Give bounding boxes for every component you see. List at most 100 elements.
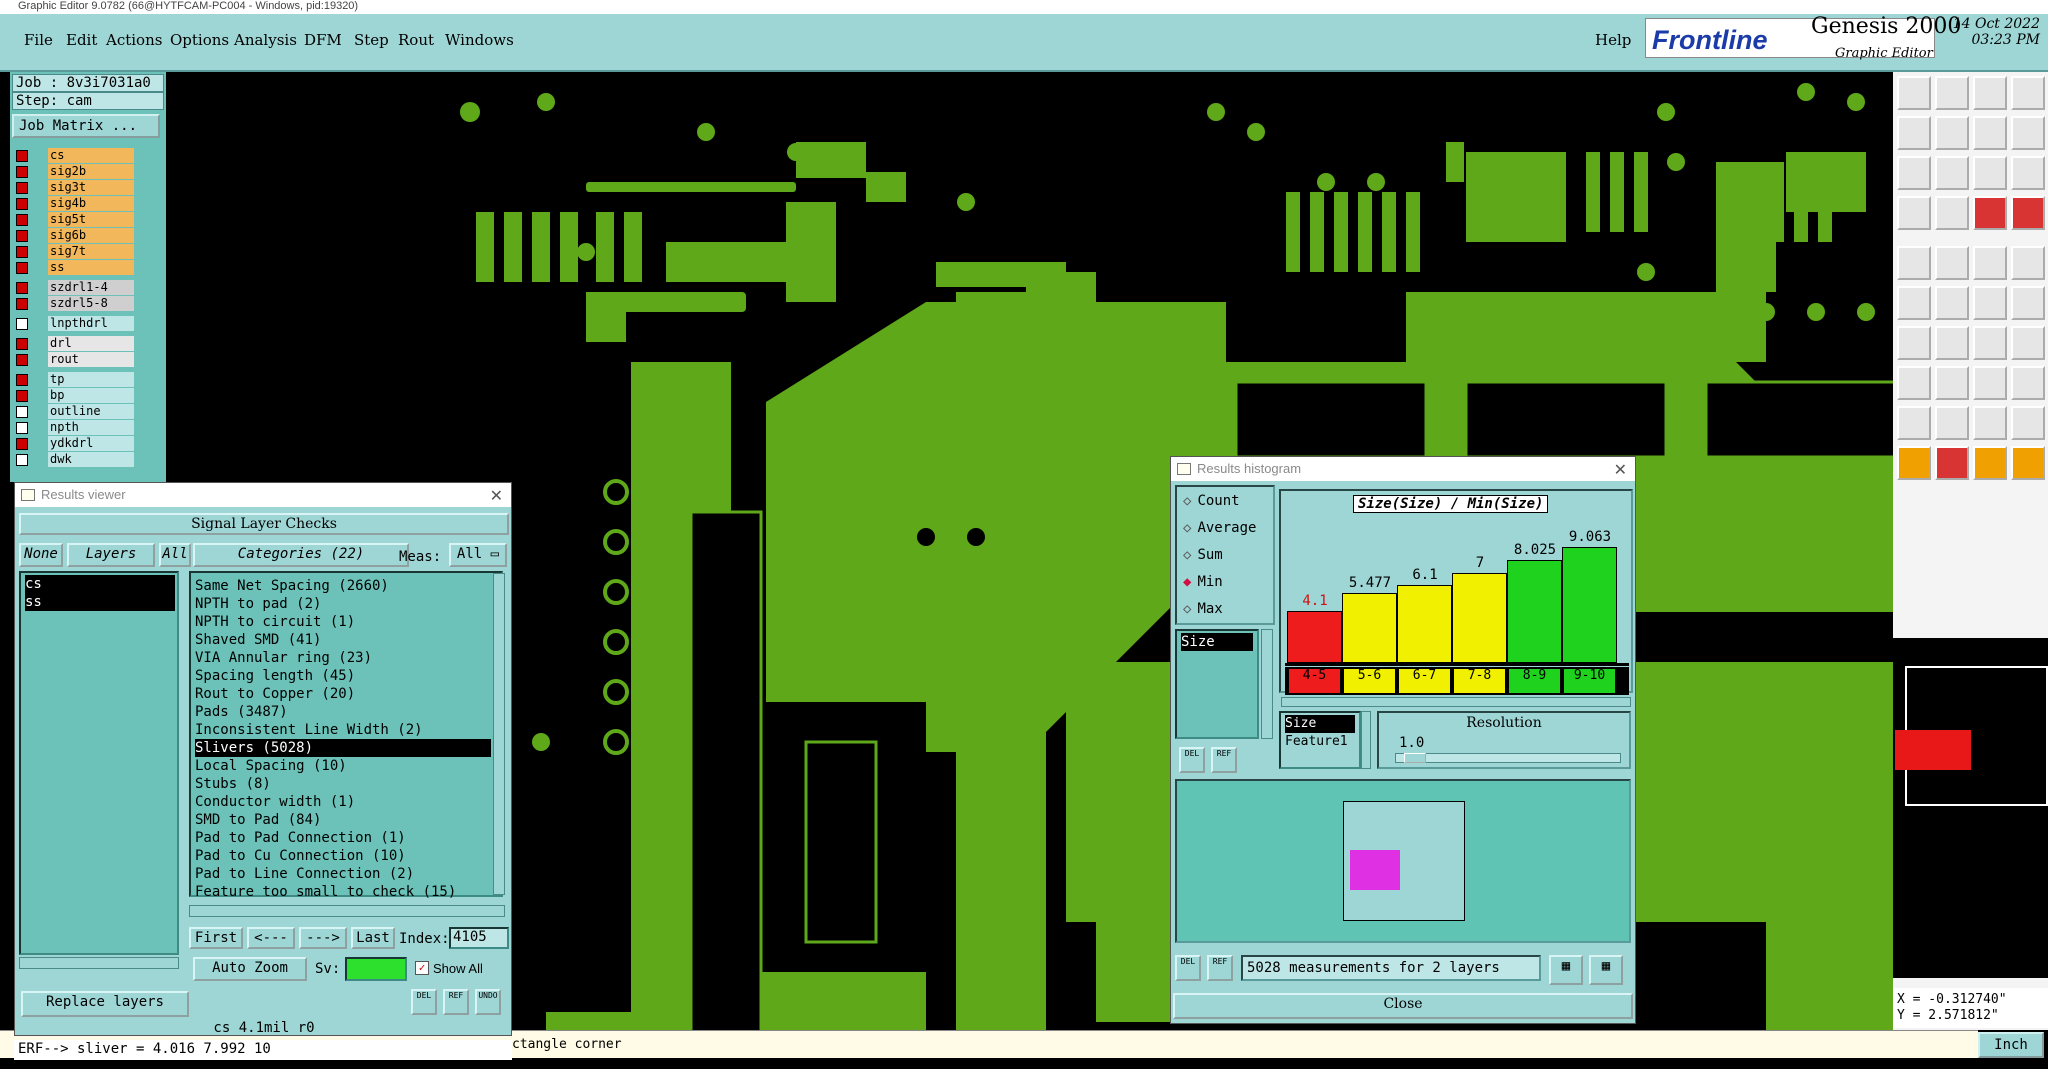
mode-radio[interactable]: ◇ Count [1183,493,1240,509]
category-hscrollbar[interactable] [189,905,505,917]
layer-checkbox[interactable] [16,318,28,330]
delete-icon[interactable]: DEL [1175,955,1201,981]
layer-name[interactable]: szdrl5-8 [48,296,134,311]
layer-name[interactable]: bp [48,388,134,403]
list-item[interactable]: Feature1 [1285,733,1355,751]
measure-list[interactable]: Size [1175,629,1259,739]
mode-radio[interactable]: ◆ Min [1183,574,1223,590]
menu-actions[interactable]: Actions [106,31,162,49]
category-item[interactable]: Pad to Cu Connection (10) [195,847,491,865]
list-item[interactable]: Size [1285,715,1355,733]
category-item[interactable]: NPTH to pad (2) [195,595,491,613]
layer-name[interactable]: sig2b [48,164,134,179]
copy-icon[interactable] [1973,406,2007,440]
zoom-icon[interactable] [2011,406,2045,440]
layer-checkbox[interactable] [16,150,28,162]
close-icon[interactable]: ✕ [1614,459,1627,483]
layer-checkbox[interactable] [16,374,28,386]
select-icon[interactable] [1897,246,1931,280]
copy-icon[interactable] [1973,156,2007,190]
layer-row[interactable]: tp [14,372,142,387]
layer-name[interactable]: sig3t [48,180,134,195]
select-icon[interactable] [1897,196,1931,230]
units-button[interactable]: Inch [1978,1032,2044,1058]
layer-name[interactable]: outline [48,404,134,419]
zoom-icon[interactable] [2011,116,2045,150]
menu-dfm[interactable]: DFM [304,31,342,49]
copy-icon[interactable] [1973,246,2007,280]
select-icon[interactable] [1897,366,1931,400]
layer-name[interactable]: szdrl1-4 [48,280,134,295]
move-icon[interactable] [1935,406,1969,440]
menu-file[interactable]: File [24,31,53,49]
layer-name[interactable]: sig4b [48,196,134,211]
severity-dropdown[interactable] [345,957,407,981]
layer-name[interactable]: ss [48,260,134,275]
select-icon[interactable] [1897,116,1931,150]
layer-row[interactable]: sig5t [14,212,142,227]
replace-layers-button[interactable]: Replace layers [21,991,189,1017]
layer-row[interactable]: szdrl5-8 [14,296,142,311]
select-icon[interactable] [1897,286,1931,320]
move-icon[interactable] [1935,366,1969,400]
histogram-bar[interactable] [1397,585,1452,663]
resolution-slider[interactable] [1395,753,1621,763]
measure-scrollbar[interactable] [1261,629,1273,739]
category-item[interactable]: Pad to Pad Connection (1) [195,829,491,847]
delete-icon[interactable]: DEL [411,989,437,1015]
layer-row[interactable]: sig3t [14,180,142,195]
copy-icon[interactable] [1973,366,2007,400]
copy-icon[interactable] [1973,326,2007,360]
layer-row[interactable]: npth [14,420,142,435]
category-item[interactable]: SMD to Pad (84) [195,811,491,829]
layer-row[interactable]: ss [14,260,142,275]
copy-icon[interactable] [1973,196,2007,230]
zoom-icon[interactable] [2011,156,2045,190]
select-icon[interactable] [1897,156,1931,190]
layer-row[interactable]: outline [14,404,142,419]
last-button[interactable]: Last [351,927,395,949]
layer-checkbox[interactable] [16,438,28,450]
layer-row[interactable]: sig7t [14,244,142,259]
move-icon[interactable] [1935,246,1969,280]
histogram-bar[interactable] [1287,611,1342,663]
category-item[interactable]: Slivers (5028) [195,739,491,757]
category-item[interactable]: NPTH to circuit (1) [195,613,491,631]
layer-row[interactable]: bp [14,388,142,403]
zoom-icon[interactable] [2011,76,2045,110]
layer-checkbox[interactable] [16,214,28,226]
layer-name[interactable]: sig6b [48,228,134,243]
mode-radio[interactable]: ◇ Sum [1183,547,1223,563]
menu-step[interactable]: Step [354,31,389,49]
slider-handle[interactable] [1404,753,1426,763]
move-icon[interactable] [1935,286,1969,320]
move-icon[interactable] [1935,326,1969,360]
layer-checkbox[interactable] [16,230,28,242]
reference-icon[interactable]: REF [1207,955,1233,981]
mode-radio[interactable]: ◇ Max [1183,601,1223,617]
category-item[interactable]: Rout to Copper (20) [195,685,491,703]
layer-name[interactable]: ydkdrl [48,436,134,451]
layer-checkbox[interactable] [16,406,28,418]
category-item[interactable]: Inconsistent Line Width (2) [195,721,491,739]
check-group-header[interactable]: Signal Layer Checks [19,513,509,535]
category-item[interactable]: Spacing length (45) [195,667,491,685]
results-viewer-titlebar[interactable]: Results viewer ✕ [15,483,511,507]
list-item[interactable]: ss [25,593,175,611]
list-item[interactable]: cs [25,575,175,593]
category-item[interactable]: Stubs (8) [195,775,491,793]
reference-icon[interactable]: REF [1211,747,1237,773]
layer-name[interactable]: dwk [48,452,134,467]
zoom-icon[interactable] [2011,246,2045,280]
category-item[interactable]: Feature too small to check (15) [195,883,491,901]
layer-name[interactable]: rout [48,352,134,367]
overview-map[interactable] [1893,638,2048,978]
zoom-icon[interactable] [2011,366,2045,400]
category-item[interactable]: Shaved SMD (41) [195,631,491,649]
index-input[interactable]: 4105 [449,927,509,949]
layer-name[interactable]: lnpthdrl [48,316,134,331]
zoom-icon[interactable] [2011,196,2045,230]
close-button[interactable]: Close [1173,993,1633,1019]
reference-icon[interactable]: REF [443,989,469,1015]
menu-windows[interactable]: Windows [445,31,514,49]
